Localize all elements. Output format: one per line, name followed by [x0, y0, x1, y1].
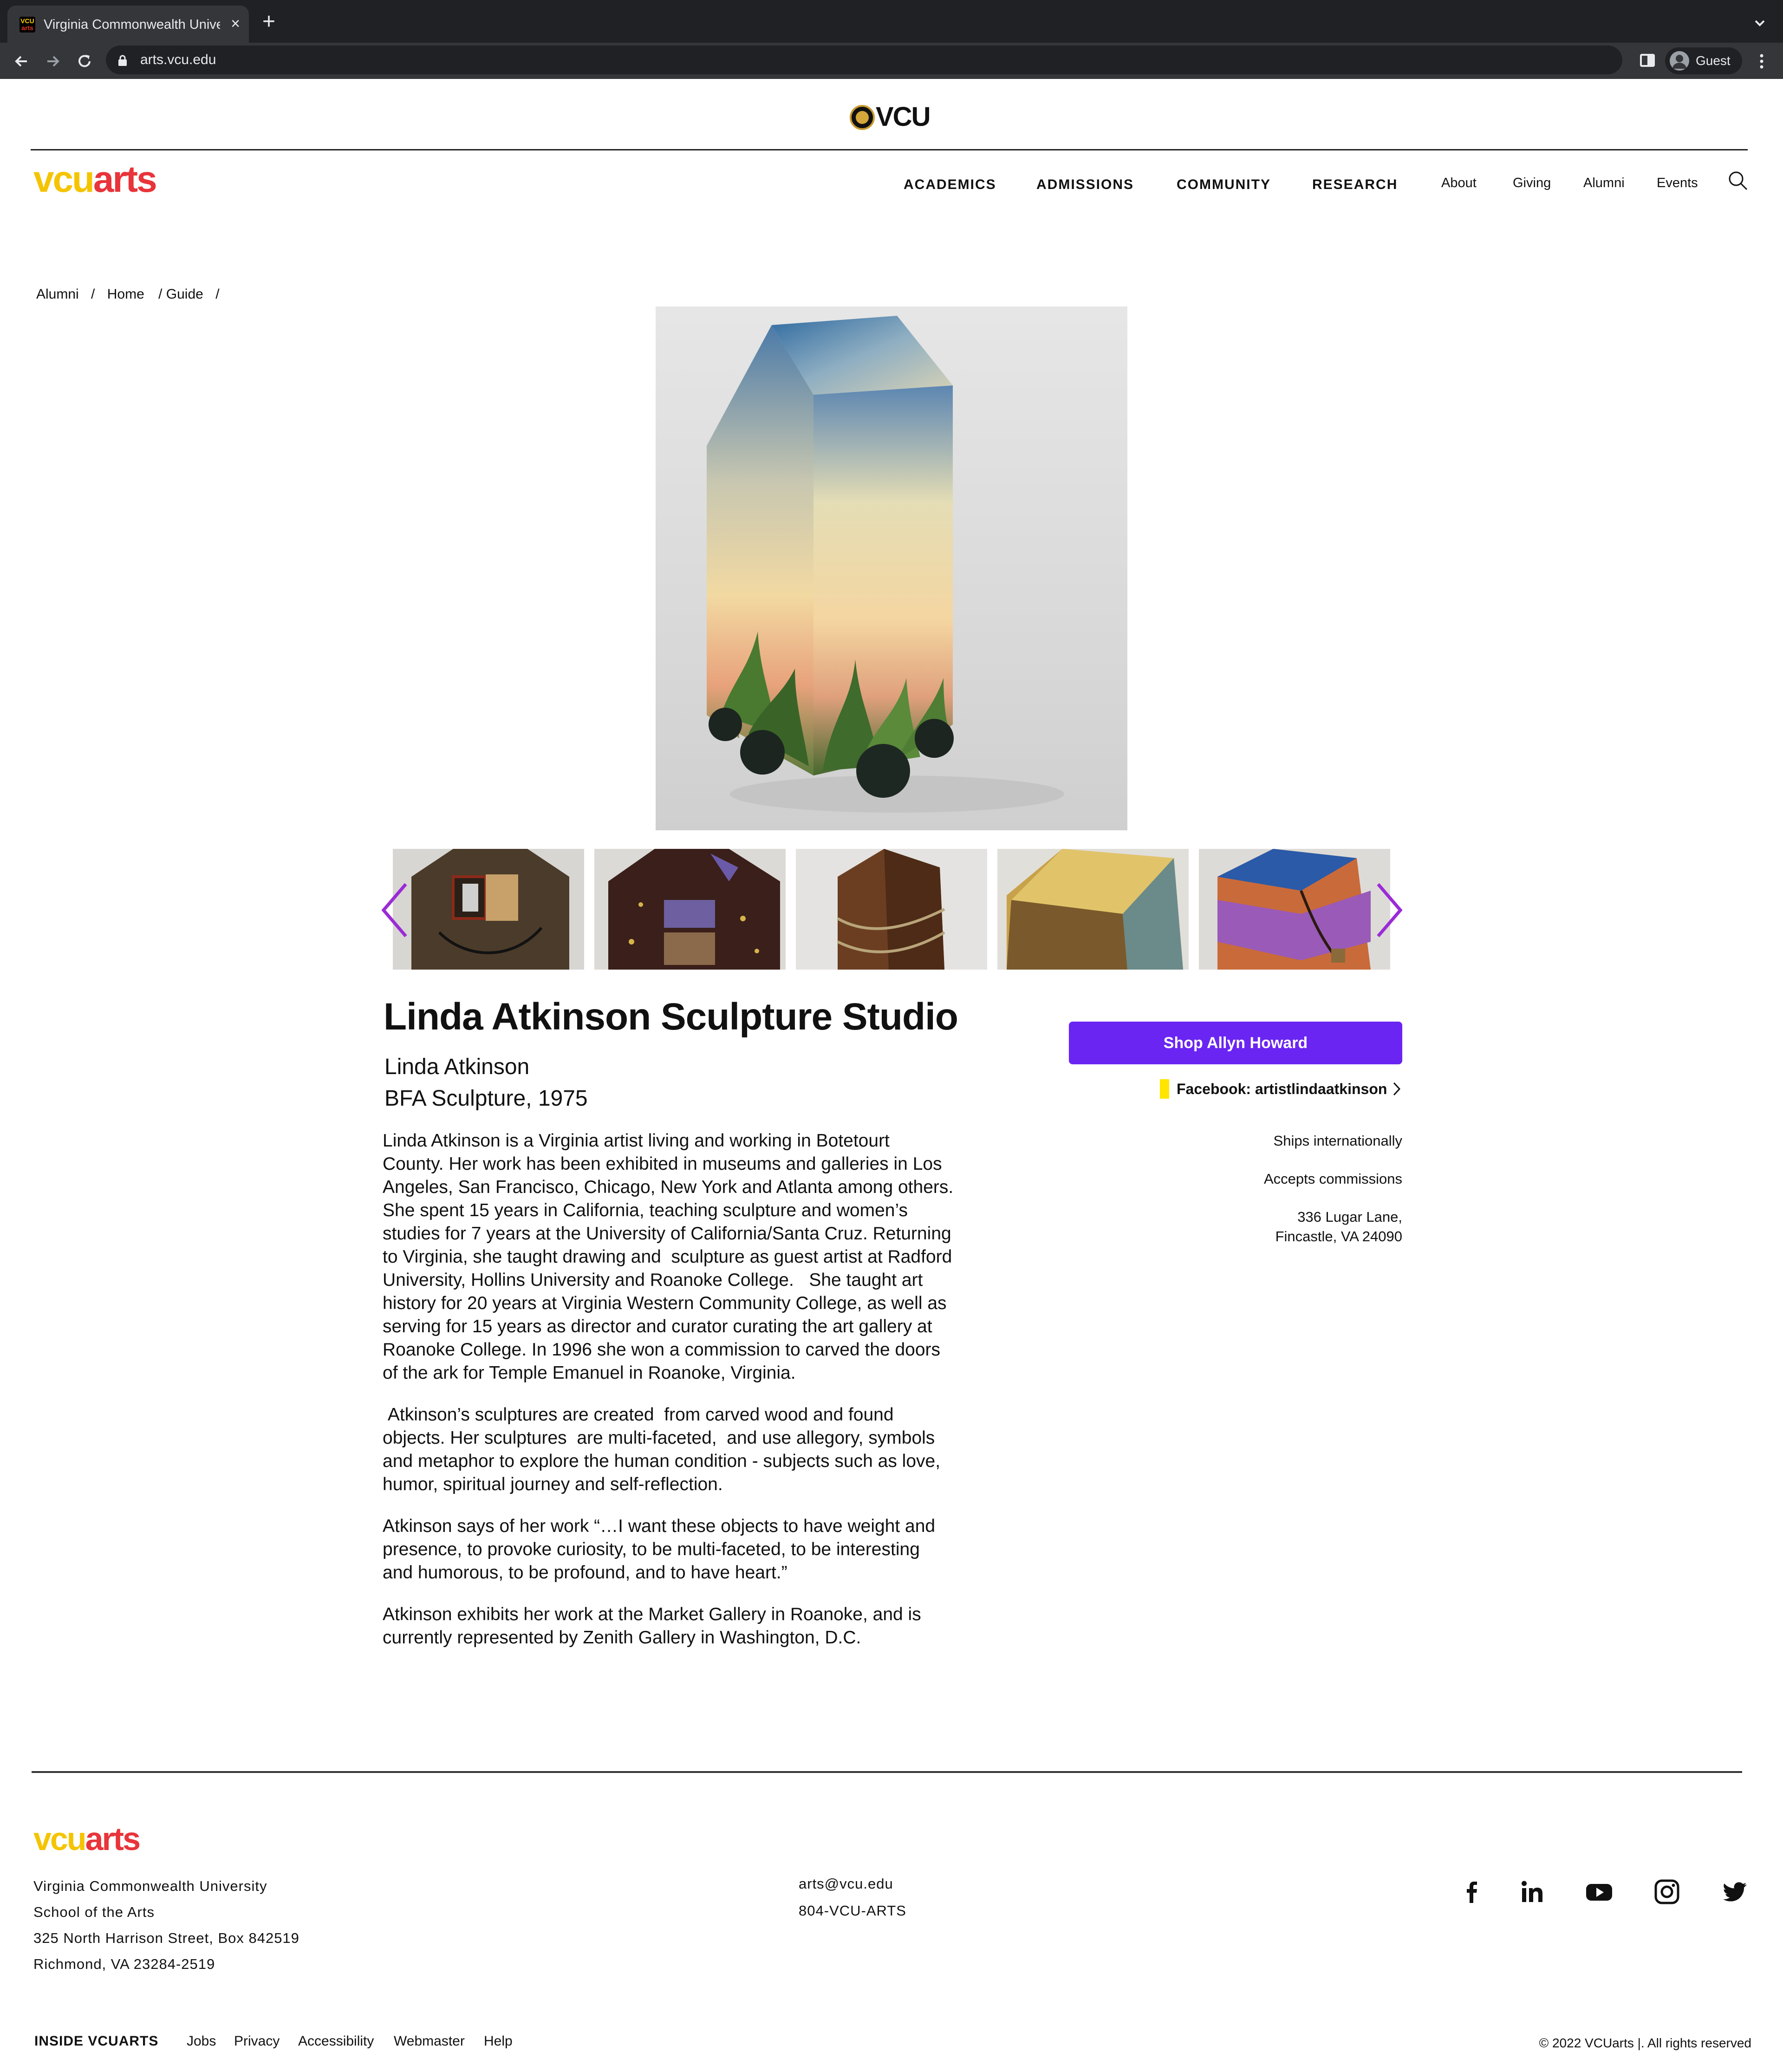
- address-line: Richmond, VA 23284-2519: [33, 1956, 215, 1972]
- breadcrumb: Alumni / Home / Guide /: [36, 285, 220, 304]
- bio-paragraph: Linda Atkinson is a Virginia artist livi…: [383, 1131, 963, 1383]
- thumbnail-3[interactable]: [796, 849, 987, 970]
- address-line: School of the Arts: [33, 1904, 155, 1920]
- nav-admissions[interactable]: ADMISSIONS: [1036, 176, 1134, 194]
- browser-menu-icon[interactable]: [1752, 51, 1771, 72]
- sculpture-5-icon: [1199, 849, 1390, 970]
- thumbnail-2[interactable]: [594, 849, 786, 970]
- footer-email[interactable]: arts@vcu.edu: [799, 1870, 906, 1897]
- hero-image[interactable]: [656, 306, 1127, 830]
- tab-strip: VCUarts Virginia Commonwealth University…: [0, 0, 1783, 43]
- footer-phone[interactable]: 804-VCU-ARTS: [799, 1897, 906, 1924]
- breadcrumb-alumni[interactable]: Alumni: [36, 285, 79, 304]
- logo-part-arts: arts: [93, 158, 157, 200]
- thumbnail-5[interactable]: [1199, 849, 1390, 970]
- carousel-prev-icon[interactable]: [379, 881, 411, 939]
- address-line-2: Fincastle, VA 24090: [1275, 1228, 1402, 1245]
- instagram-icon[interactable]: [1653, 1878, 1681, 1906]
- forward-arrow-icon[interactable]: [43, 51, 63, 72]
- bio-paragraph: Atkinson exhibits her work at the Market…: [383, 1604, 926, 1648]
- chevron-right-icon: [1392, 1081, 1401, 1097]
- thumbnail-carousel: [393, 849, 1390, 970]
- search-icon[interactable]: [1727, 170, 1749, 191]
- footer-inside-vcuarts[interactable]: INSIDE VCUARTS: [34, 2032, 158, 2051]
- artist-bio: Linda Atkinson is a Virginia artist livi…: [383, 1129, 954, 1668]
- footer-divider: [32, 1771, 1742, 1773]
- link-accent-bar: [1160, 1079, 1169, 1099]
- browser-tab[interactable]: VCUarts Virginia Commonwealth University…: [7, 6, 249, 43]
- footer-link-accessibility[interactable]: Accessibility: [298, 2032, 374, 2051]
- painted-house-sculpture-icon: [707, 316, 1064, 813]
- artist-degree: BFA Sculpture, 1975: [384, 1086, 588, 1111]
- tab-title: Virginia Commonwealth University: [44, 17, 220, 32]
- shop-button[interactable]: Shop Allyn Howard: [1069, 1022, 1402, 1064]
- bio-paragraph: Atkinson says of her work “…I want these…: [383, 1516, 940, 1583]
- sculpture-4-icon: [997, 849, 1189, 970]
- footer-contact: arts@vcu.edu 804-VCU-ARTS: [799, 1870, 906, 1924]
- linkedin-icon[interactable]: [1518, 1878, 1546, 1906]
- carousel-next-icon[interactable]: [1373, 881, 1405, 939]
- facebook-icon[interactable]: [1458, 1878, 1486, 1906]
- studio-title: Linda Atkinson Sculpture Studio: [384, 996, 958, 1038]
- nav-community[interactable]: COMMUNITY: [1177, 176, 1271, 194]
- tab-search-chevron-icon[interactable]: [1750, 14, 1769, 33]
- thumbnail-1[interactable]: [393, 849, 584, 970]
- util-nav-events[interactable]: Events: [1657, 174, 1698, 192]
- breadcrumb-home[interactable]: Home: [107, 285, 144, 304]
- address-line-1: 336 Lugar Lane,: [1297, 1209, 1402, 1225]
- thumbnail-4[interactable]: [997, 849, 1189, 970]
- breadcrumb-separator: /: [91, 287, 95, 302]
- sculpture-3-icon: [796, 849, 987, 970]
- address-line: Virginia Commonwealth University: [33, 1878, 267, 1894]
- vcu-logo[interactable]: VCU: [850, 103, 933, 131]
- back-arrow-icon[interactable]: [11, 51, 32, 72]
- footer-link-webmaster[interactable]: Webmaster: [394, 2032, 465, 2051]
- lock-icon[interactable]: [118, 55, 127, 66]
- logo-part-vcu: vcu: [33, 158, 95, 200]
- util-nav-alumni[interactable]: Alumni: [1583, 174, 1625, 192]
- guest-avatar-icon: [1670, 51, 1689, 71]
- browser-chrome: VCUarts Virginia Commonwealth University…: [0, 0, 1783, 79]
- twitter-icon[interactable]: [1721, 1878, 1749, 1906]
- footer-address: Virginia Commonwealth University School …: [33, 1873, 299, 1977]
- facebook-link-label: Facebook: artistlindaatkinson: [1177, 1081, 1387, 1097]
- bio-paragraph: Atkinson’s sculptures are created from c…: [383, 1405, 945, 1494]
- profile-label: Guest: [1696, 53, 1731, 68]
- artist-name: Linda Atkinson: [384, 1055, 530, 1079]
- util-nav-about[interactable]: About: [1441, 174, 1477, 192]
- util-nav-giving[interactable]: Giving: [1513, 174, 1551, 192]
- nav-research[interactable]: RESEARCH: [1312, 176, 1398, 194]
- vcu-seal-icon: [850, 105, 875, 130]
- address-bar[interactable]: arts.vcu.edu: [106, 46, 1622, 74]
- ships-info: Ships internationally: [1273, 1133, 1402, 1149]
- close-tab-icon[interactable]: ×: [226, 14, 245, 33]
- breadcrumb-separator: /: [215, 287, 220, 302]
- browser-toolbar: arts.vcu.edu Guest: [0, 43, 1783, 79]
- header-divider: [31, 149, 1748, 150]
- breadcrumb-guide[interactable]: / Guide: [158, 285, 203, 304]
- vcu-wordmark: VCU: [876, 102, 931, 132]
- vcuarts-logo[interactable]: vcuarts: [33, 158, 157, 200]
- logo-part-arts: arts: [85, 1821, 141, 1857]
- sculpture-1-icon: [393, 849, 584, 970]
- side-panel-icon[interactable]: [1638, 51, 1657, 70]
- profile-button[interactable]: Guest: [1665, 47, 1742, 74]
- commissions-info: Accepts commissions: [1263, 1171, 1402, 1187]
- logo-part-vcu: vcu: [33, 1821, 87, 1857]
- footer-link-help[interactable]: Help: [484, 2032, 513, 2051]
- footer-link-jobs[interactable]: Jobs: [187, 2032, 216, 2051]
- address-line: 325 North Harrison Street, Box 842519: [33, 1930, 299, 1946]
- sculpture-2-icon: [594, 849, 786, 970]
- nav-academics[interactable]: ACADEMICS: [904, 176, 996, 194]
- youtube-icon[interactable]: [1585, 1878, 1613, 1906]
- vcu-arts-favicon-icon: VCU arts: [20, 17, 35, 33]
- url-text[interactable]: arts.vcu.edu: [140, 51, 216, 69]
- copyright: © 2022 VCUarts |. All rights reserved: [1539, 2036, 1751, 2050]
- footer-vcuarts-logo[interactable]: vcuarts: [33, 1821, 141, 1857]
- new-tab-icon[interactable]: +: [258, 11, 280, 33]
- footer-link-privacy[interactable]: Privacy: [234, 2032, 280, 2051]
- reload-icon[interactable]: [74, 51, 95, 72]
